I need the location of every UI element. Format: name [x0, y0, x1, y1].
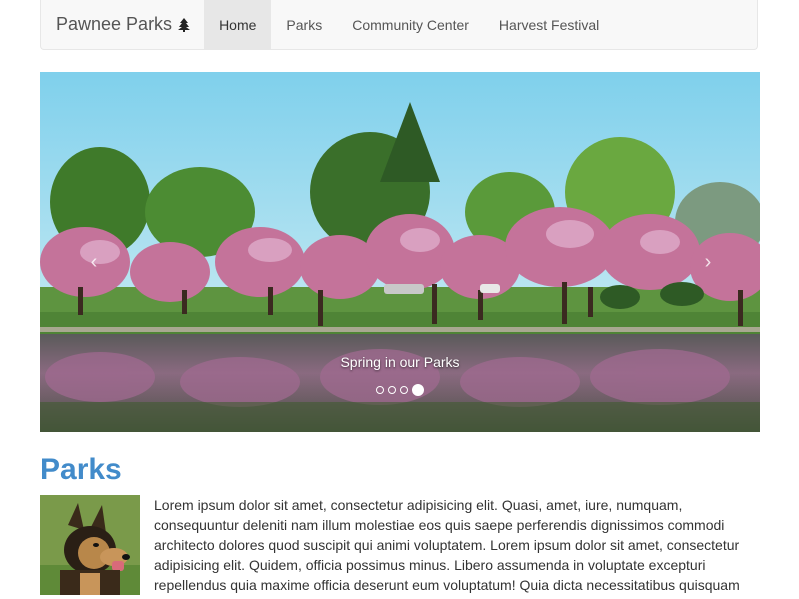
- nav-item-parks[interactable]: Parks: [271, 0, 337, 49]
- section-title: Parks: [40, 453, 122, 486]
- carousel-indicators: [40, 384, 760, 396]
- parks-thumbnail: [40, 495, 140, 595]
- section-body-text: Lorem ipsum dolor sit amet, consectetur …: [154, 497, 740, 593]
- carousel-indicator-4[interactable]: [412, 384, 424, 396]
- carousel-indicator-1[interactable]: [376, 386, 384, 394]
- nav-item-home[interactable]: Home: [204, 0, 272, 49]
- carousel-indicator-2[interactable]: [388, 386, 396, 394]
- chevron-left-icon[interactable]: ‹: [82, 242, 106, 282]
- nav-item-harvest-festival[interactable]: Harvest Festival: [484, 0, 614, 49]
- carousel[interactable]: ‹ › Spring in our Parks: [40, 72, 760, 432]
- brand-label: Pawnee Parks: [56, 14, 173, 34]
- navbar: Pawnee Parks Home Parks Community Center…: [40, 0, 758, 50]
- nav-menu: Home Parks Community Center Harvest Fest…: [204, 0, 614, 49]
- brand[interactable]: Pawnee Parks: [41, 0, 204, 49]
- nav-item-community-center[interactable]: Community Center: [337, 0, 484, 49]
- carousel-image: [40, 72, 760, 432]
- chevron-right-icon[interactable]: ›: [696, 242, 720, 282]
- carousel-indicator-3[interactable]: [400, 386, 408, 394]
- tree-icon: [178, 17, 191, 32]
- carousel-caption: Spring in our Parks: [340, 354, 460, 370]
